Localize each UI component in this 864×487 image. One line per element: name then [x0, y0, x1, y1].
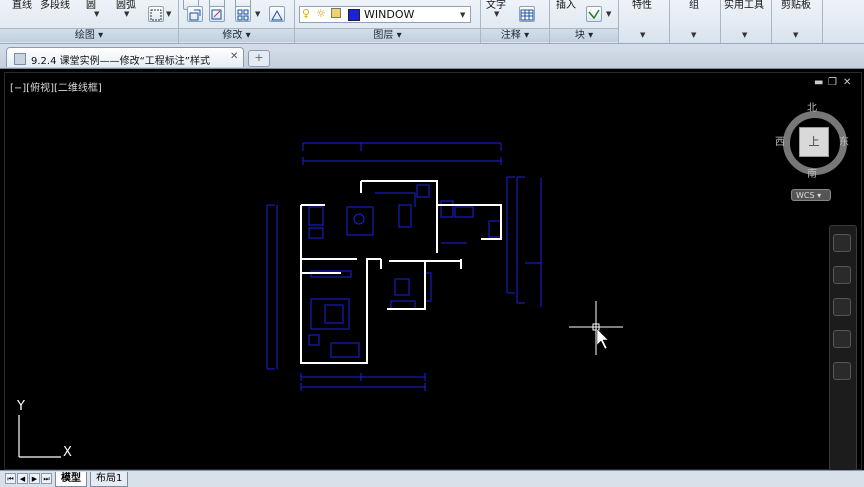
steering-wheel-icon[interactable] [833, 234, 851, 252]
compass-west[interactable]: 西 [775, 133, 785, 148]
previous-layout-icon[interactable]: ◀ [17, 473, 28, 484]
layer-color-swatch [348, 9, 360, 21]
first-layout-icon[interactable]: ⏮ [5, 473, 16, 484]
mouse-pointer-icon [596, 328, 609, 350]
annotation-panel-title-text: 注释 [500, 30, 521, 41]
modify-panel-title-text: 修改 [222, 30, 243, 41]
utilities-button[interactable]: 实用工具 [724, 0, 764, 11]
lightbulb-icon: ♀ [302, 7, 311, 20]
drawing-file-icon [14, 53, 26, 65]
scale-icon[interactable] [187, 6, 203, 22]
properties-panel: 特性 ▼ [619, 0, 670, 43]
close-icon[interactable]: ✕ [230, 51, 238, 62]
block-panel-title-text: 块 [574, 30, 585, 41]
block-editor-icon[interactable] [586, 6, 602, 22]
viewcube-face-top[interactable]: 上 [799, 127, 829, 157]
layers-panel-title[interactable]: 图层 ▾ [295, 28, 480, 42]
viewcube[interactable]: 上 北 南 西 东 [775, 103, 849, 180]
document-tab-label: 9.2.4 课堂实例——修改“工程标注”样式 [31, 56, 210, 67]
chevron-down-icon[interactable]: ▼ [691, 31, 696, 39]
showmotion-icon[interactable] [833, 362, 851, 380]
zoom-icon[interactable] [833, 298, 851, 316]
chevron-down-icon[interactable]: ▼ [742, 31, 747, 39]
compass-north[interactable]: 北 [807, 99, 817, 114]
layout-tab-model[interactable]: 模型 [55, 472, 87, 487]
array-icon[interactable] [235, 6, 251, 22]
utilities-panel: 实用工具 ▼ [721, 0, 772, 43]
wcs-dropdown[interactable]: WCS ▾ [791, 189, 831, 201]
draw-panel-title-text: 绘图 [74, 30, 95, 41]
layers-panel: ♀ ☼ WINDOW ▼ 图层 ▾ [295, 0, 481, 43]
ucs-x-label: X [63, 445, 72, 460]
modify-panel-title[interactable]: 修改 ▾ [179, 28, 294, 42]
lock-icon [331, 8, 341, 18]
clipboard-panel: 剪贴板 ▼ [772, 0, 823, 43]
navigation-bar [829, 225, 857, 471]
hatch-icon[interactable] [148, 6, 164, 22]
next-layout-icon[interactable]: ▶ [29, 473, 40, 484]
clipboard-button[interactable]: 剪贴板 [781, 0, 811, 11]
compass-south[interactable]: 南 [807, 165, 817, 180]
groups-button[interactable]: 组 [689, 0, 699, 11]
block-panel: 插入 ▼ 块 ▾ [550, 0, 619, 43]
properties-button[interactable]: 特性 [632, 0, 652, 11]
document-tab[interactable]: 9.2.4 课堂实例——修改“工程标注”样式 ✕ [6, 47, 244, 67]
insert-button[interactable]: 插入 [556, 0, 576, 11]
draw-panel-title[interactable]: 绘图 ▾ [0, 28, 178, 42]
layout-tab-bar: ⏮ ◀ ▶ ⏭ 模型 布局1 [0, 470, 864, 487]
stretch-icon[interactable] [209, 6, 225, 22]
annotation-panel: 文字 ▼ 注释 ▾ [481, 0, 550, 43]
polyline-button[interactable]: 多段线 [40, 0, 70, 11]
pan-icon[interactable] [833, 266, 851, 284]
drawing-viewport[interactable]: [−][俯视][二维线框] ▬ ❐ ✕ Y X 上 北 南 西 东 WCS ▾ [4, 72, 862, 471]
chevron-down-icon[interactable]: ▼ [640, 31, 645, 39]
compass-east[interactable]: 东 [839, 133, 849, 148]
layers-panel-title-text: 图层 [373, 30, 394, 41]
document-tab-bar: 9.2.4 课堂实例——修改“工程标注”样式 ✕ + [0, 44, 864, 69]
viewcube-face-label: 上 [808, 135, 820, 148]
sun-icon: ☼ [316, 7, 326, 20]
block-panel-title[interactable]: 块 ▾ [550, 28, 618, 42]
orbit-icon[interactable] [833, 330, 851, 348]
ucs-icon [18, 415, 61, 458]
floor-plan-drawing [18, 142, 623, 458]
new-tab-button[interactable]: + [248, 50, 270, 67]
layout-tab-layout1[interactable]: 布局1 [90, 472, 129, 487]
chevron-down-icon[interactable]: ▼ [255, 10, 260, 18]
chevron-down-icon[interactable]: ▼ [166, 10, 171, 18]
ribbon: 直线 多段线 圆 圆弧 ▼ ▼ ▼ 绘图 ▾ ▼ 修改 ▾ ♀ ☼ WINDOW… [0, 0, 864, 44]
current-layer-name: WINDOW [364, 8, 415, 21]
annotation-panel-title[interactable]: 注释 ▾ [481, 28, 549, 42]
chevron-down-icon[interactable]: ▼ [460, 11, 465, 19]
modify-panel: ▼ 修改 ▾ [179, 0, 295, 43]
line-button[interactable]: 直线 [12, 0, 32, 11]
chevron-down-icon[interactable]: ▼ [606, 10, 611, 18]
table-icon[interactable] [519, 6, 535, 22]
layer-dropdown[interactable]: ♀ ☼ WINDOW ▼ [299, 6, 471, 23]
edit-polyline-icon[interactable] [269, 6, 285, 22]
chevron-down-icon[interactable]: ▼ [494, 10, 499, 18]
last-layout-icon[interactable]: ⏭ [41, 473, 52, 484]
wcs-label: WCS [796, 191, 815, 200]
chevron-down-icon[interactable]: ▼ [94, 10, 99, 18]
draw-panel: 直线 多段线 圆 圆弧 ▼ ▼ ▼ 绘图 ▾ [0, 0, 179, 43]
chevron-down-icon[interactable]: ▼ [124, 10, 129, 18]
groups-panel: 组 ▼ [670, 0, 721, 43]
crosshair-cursor [569, 301, 623, 355]
chevron-down-icon[interactable]: ▼ [793, 31, 798, 39]
ucs-y-label: Y [17, 399, 25, 414]
